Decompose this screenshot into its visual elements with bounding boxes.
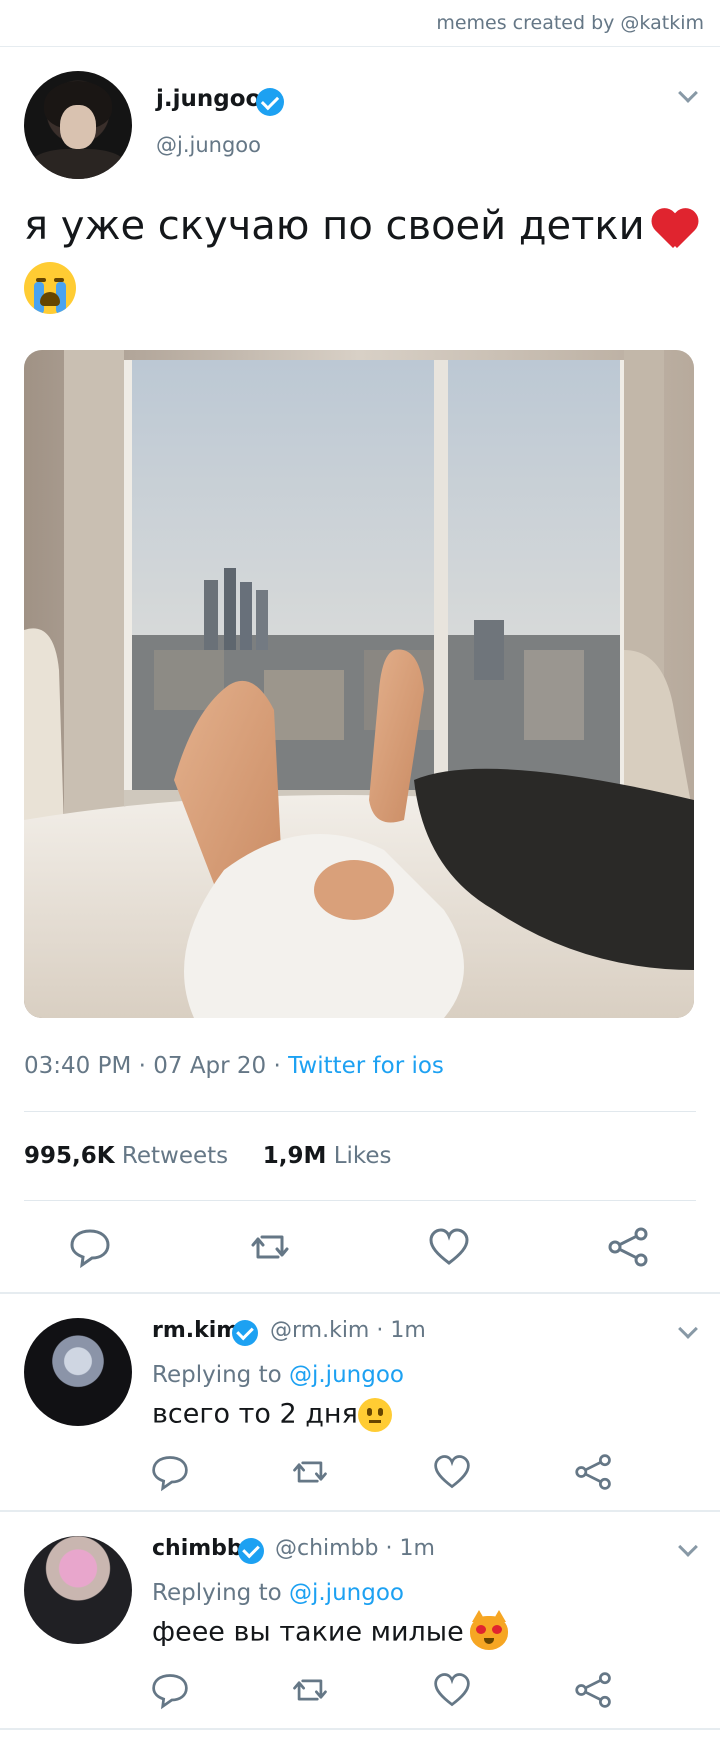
reply-avatar[interactable] [24, 1318, 132, 1426]
reply-icon[interactable] [150, 1452, 190, 1492]
like-icon[interactable] [432, 1452, 472, 1492]
retweet-icon[interactable] [290, 1452, 330, 1492]
reply-handle[interactable]: @rm.kim [270, 1318, 369, 1343]
tweet-photo[interactable] [24, 350, 694, 1018]
retweet-icon[interactable] [248, 1225, 292, 1269]
reply-icon[interactable] [150, 1670, 190, 1710]
divider [24, 1111, 696, 1112]
red-heart-emoji-icon [651, 206, 699, 250]
top-divider [0, 46, 720, 47]
tweet-stats: 995,6K Retweets 1,9M Likes [24, 1143, 392, 1169]
share-icon[interactable] [574, 1452, 614, 1492]
divider [24, 1200, 696, 1201]
meta-separator: · [138, 1053, 154, 1079]
retweet-icon[interactable] [290, 1670, 330, 1710]
share-icon[interactable] [607, 1225, 651, 1269]
reply-age: 1m [399, 1536, 435, 1561]
retweets-label[interactable]: Retweets [122, 1143, 228, 1169]
chevron-down-icon[interactable] [678, 83, 698, 103]
author-handle[interactable]: @j.jungoo [156, 133, 261, 157]
tweet-time: 03:40 PM [24, 1053, 132, 1079]
tweet-date: 07 Apr 20 [153, 1053, 267, 1079]
reply-age: 1m [390, 1318, 426, 1343]
like-icon[interactable] [432, 1670, 472, 1710]
reply-handle-age: @rm.kim · 1m [270, 1318, 426, 1343]
loudly-crying-face-emoji-icon [24, 262, 76, 314]
author-display-name[interactable]: j.jungoo [156, 86, 261, 112]
likes-label[interactable]: Likes [334, 1143, 392, 1169]
reply-text: фeee вы такие милые [152, 1610, 508, 1650]
verified-badge-icon [238, 1538, 264, 1564]
reply-text-content: всего то 2 дня [152, 1398, 358, 1430]
reply-display-name[interactable]: rm.kim [152, 1318, 239, 1343]
replying-mention-link[interactable]: @j.jungoo [289, 1580, 404, 1606]
tweet-client-link[interactable]: Twitter for ios [288, 1053, 444, 1079]
replying-prefix: Replying to [152, 1362, 282, 1388]
like-icon[interactable] [427, 1225, 471, 1269]
meta-separator: · [273, 1053, 289, 1079]
credit-text: memes created by @katkim [436, 12, 704, 34]
replying-to-line: Replying to @j.jungoo [152, 1580, 404, 1606]
verified-badge-icon [256, 88, 284, 116]
author-avatar[interactable] [24, 71, 132, 179]
verified-badge-icon [232, 1320, 258, 1346]
reply-text: всего то 2 дня [152, 1398, 392, 1432]
reply-handle[interactable]: @chimbb [275, 1536, 379, 1561]
share-icon[interactable] [574, 1670, 614, 1710]
reply-text-content: фeee вы такие милые [152, 1616, 464, 1648]
section-divider [0, 1728, 720, 1730]
face-with-open-mouth-emoji-icon [357, 1398, 392, 1432]
likes-count[interactable]: 1,9M [263, 1143, 327, 1169]
reply-icon[interactable] [68, 1225, 112, 1269]
section-divider [0, 1510, 720, 1512]
reply-avatar[interactable] [24, 1536, 132, 1644]
replying-prefix: Replying to [152, 1580, 282, 1606]
tweet-text: я уже скучаю по своей детки [24, 198, 704, 254]
reply-display-name[interactable]: chimbb [152, 1536, 243, 1561]
retweets-count[interactable]: 995,6K [24, 1143, 115, 1169]
tweet-meta: 03:40 PM · 07 Apr 20 · Twitter for ios [24, 1053, 444, 1079]
reply-handle-age: @chimbb · 1m [275, 1536, 435, 1561]
chevron-down-icon[interactable] [678, 1537, 698, 1557]
heart-eyes-cat-emoji-icon [469, 1610, 508, 1650]
replying-to-line: Replying to @j.jungoo [152, 1362, 404, 1388]
chevron-down-icon[interactable] [678, 1319, 698, 1339]
section-divider [0, 1292, 720, 1294]
replying-mention-link[interactable]: @j.jungoo [289, 1362, 404, 1388]
tweet-text-content: я уже скучаю по своей детки [24, 203, 645, 249]
